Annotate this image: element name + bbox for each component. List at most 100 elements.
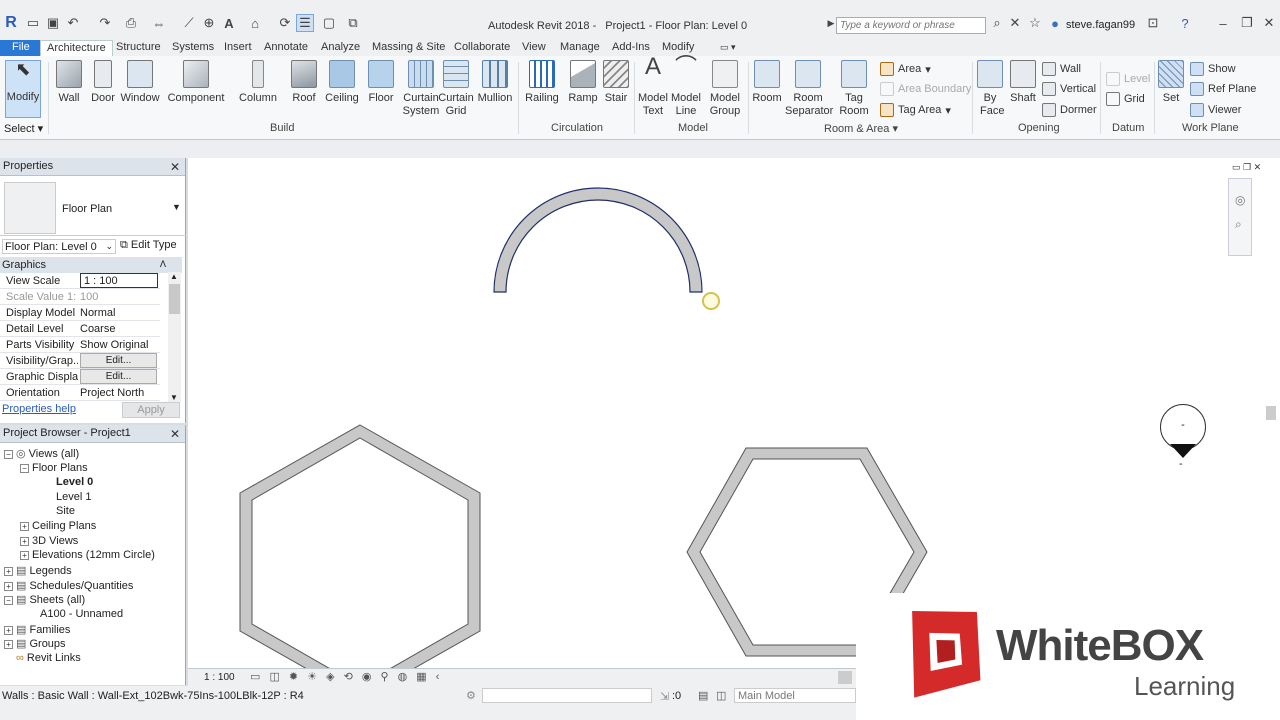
tree-level-1[interactable]: Level 1 — [56, 491, 91, 503]
undo-icon[interactable]: ↶ — [64, 14, 82, 32]
measure-icon[interactable]: ⇔ — [150, 14, 168, 32]
close-properties-icon[interactable]: ✕ — [170, 160, 180, 174]
wall-button[interactable]: Wall — [54, 60, 84, 105]
graphic-display-edit-button[interactable]: Edit... — [80, 369, 157, 384]
visibility-edit-button[interactable]: Edit... — [80, 353, 157, 368]
prop-row-orientation[interactable]: Orientation Project North — [0, 385, 160, 401]
stair-button[interactable]: Stair — [600, 60, 632, 105]
cart-icon[interactable]: ⊡ — [1144, 14, 1162, 32]
worksets-icon[interactable]: ⚙ — [466, 689, 476, 702]
main-model-icon[interactable]: ◫ — [716, 689, 726, 702]
curtain-grid-button[interactable]: Curtain Grid — [438, 60, 474, 118]
tag-room-button[interactable]: Tag Room — [836, 60, 872, 118]
dimension-icon[interactable]: ⟋ — [180, 14, 198, 32]
room-area-group-label[interactable]: Room & Area ▾ — [824, 122, 898, 135]
show-workplane-button[interactable]: Show — [1190, 62, 1236, 76]
view-window-controls[interactable]: ▭ ❐ ✕ — [1232, 162, 1261, 173]
restore-icon[interactable]: ❐ — [1238, 14, 1256, 32]
drawing-canvas[interactable]: - - ◎ ⌕ ▭ ❐ ✕ — [188, 158, 1280, 668]
level-button[interactable]: Level — [1106, 72, 1150, 86]
viewer-button[interactable]: Viewer — [1190, 103, 1241, 117]
vertical-opening-button[interactable]: Vertical — [1042, 82, 1096, 96]
view-scale[interactable]: 1 : 100 — [204, 672, 235, 683]
tree-families[interactable]: + ▤ Families — [4, 623, 70, 636]
edit-type-button[interactable]: ⧉ Edit Type — [120, 239, 177, 252]
tab-manage[interactable]: Manage — [560, 40, 600, 56]
binoculars-icon[interactable]: ⌕ — [988, 14, 1006, 32]
view-control-icons[interactable]: ▭ ◫ ✹ ☀ ◈ ⟲ ◉ ⚲ ◍ ▦ ‹ — [250, 670, 442, 683]
minimize-icon[interactable]: – — [1214, 14, 1232, 32]
floor-button[interactable]: Floor — [364, 60, 398, 105]
user-name[interactable]: steve.fagan99 — [1066, 19, 1135, 31]
component-button[interactable]: Component — [168, 60, 224, 105]
close-hidden-icon[interactable]: ▢ — [320, 14, 338, 32]
modify-button[interactable]: ⬉ Modify — [5, 60, 41, 118]
tab-insert[interactable]: Insert — [224, 40, 252, 56]
search-input[interactable] — [836, 17, 986, 34]
close-browser-icon[interactable]: ✕ — [170, 427, 180, 441]
tab-architecture[interactable]: Architecture — [40, 40, 113, 56]
prop-row-parts-visibility[interactable]: Parts Visibility Show Original — [0, 337, 160, 353]
model-line-button[interactable]: ⌒ Model Line — [670, 56, 702, 118]
prop-row-detail-level[interactable]: Detail Level Coarse — [0, 321, 160, 337]
apply-button[interactable]: Apply — [122, 402, 180, 418]
ceiling-button[interactable]: Ceiling — [324, 60, 360, 105]
grid-button[interactable]: Grid — [1106, 92, 1145, 106]
model-group-button[interactable]: Model Group — [706, 60, 744, 118]
tree-groups[interactable]: + ▤ Groups — [4, 637, 66, 650]
open-icon[interactable]: ▭ — [24, 14, 42, 32]
tree-revit-links[interactable]: ∞ Revit Links — [16, 652, 81, 664]
3d-view-icon[interactable]: ⌂ — [246, 14, 264, 32]
tab-view[interactable]: View — [522, 40, 546, 56]
tab-analyze[interactable]: Analyze — [321, 40, 360, 56]
canvas-scroll-thumb[interactable] — [1266, 406, 1276, 420]
room-button[interactable]: Room — [752, 60, 782, 105]
thin-lines-icon[interactable]: ☰ — [296, 14, 314, 32]
workset-dropdown[interactable] — [482, 688, 652, 703]
tree-sheets[interactable]: − ▤ Sheets (all) — [4, 593, 85, 606]
tab-structure[interactable]: Structure — [116, 40, 161, 56]
tab-massing-site[interactable]: Massing & Site — [372, 40, 445, 56]
main-model-dropdown[interactable]: Main Model — [734, 688, 856, 703]
mullion-button[interactable]: Mullion — [476, 60, 514, 105]
set-workplane-button[interactable]: Set — [1158, 60, 1184, 105]
help-icon[interactable]: ? — [1176, 14, 1194, 32]
room-separator-button[interactable]: Room Separator — [785, 60, 833, 118]
tree-legends[interactable]: + ▤ Legends — [4, 564, 72, 577]
ribbon-options-icon[interactable]: ▭ ▾ — [720, 40, 736, 56]
instance-selector[interactable]: Floor Plan: Level 0 ⌄ — [2, 239, 116, 254]
redo-icon[interactable]: ↷ — [96, 14, 114, 32]
tree-views-all[interactable]: − ◎ Views (all) — [4, 447, 79, 460]
tag-area-dropdown[interactable]: Tag Area ▾ — [880, 103, 951, 117]
tree-ceiling-plans[interactable]: + Ceiling Plans — [20, 520, 96, 532]
design-options-icon[interactable]: ▤ — [698, 689, 708, 702]
shaft-button[interactable]: Shaft — [1008, 60, 1038, 105]
curtain-system-button[interactable]: Curtain System — [402, 60, 440, 118]
ramp-button[interactable]: Ramp — [566, 60, 600, 105]
tree-schedules[interactable]: + ▤ Schedules/Quantities — [4, 579, 133, 592]
prop-row-display-model[interactable]: Display Model Normal — [0, 305, 160, 321]
subscription-icon[interactable]: ✕ — [1006, 14, 1024, 32]
tree-level-0[interactable]: Level 0 — [56, 476, 93, 488]
type-selector[interactable]: Floor Plan ▼ — [0, 178, 186, 236]
tab-annotate[interactable]: Annotate — [264, 40, 308, 56]
tab-file[interactable]: File — [0, 40, 42, 56]
tree-site[interactable]: Site — [56, 505, 75, 517]
door-button[interactable]: Door — [88, 60, 118, 105]
revit-logo-icon[interactable]: R — [2, 14, 20, 32]
section-icon[interactable]: ⟳ — [276, 14, 294, 32]
tag-icon[interactable]: ⊕ — [200, 14, 218, 32]
dormer-button[interactable]: Dormer — [1042, 103, 1097, 117]
save-icon[interactable]: ▣ — [44, 14, 62, 32]
area-dropdown[interactable]: Area ▾ — [880, 62, 931, 76]
ref-plane-button[interactable]: Ref Plane — [1190, 82, 1256, 96]
print-icon[interactable]: ⎙ — [122, 14, 140, 32]
graphics-section-header[interactable]: Graphics ᐱ — [0, 257, 182, 273]
type-dropdown-icon[interactable]: ▼ — [172, 202, 181, 212]
column-button[interactable]: Column — [238, 60, 278, 105]
railing-button[interactable]: Railing — [524, 60, 560, 105]
tab-collaborate[interactable]: Collaborate — [454, 40, 510, 56]
wall-opening-button[interactable]: Wall — [1042, 62, 1081, 76]
select-dropdown[interactable]: Select ▾ — [4, 122, 43, 135]
close-icon[interactable]: ✕ — [1260, 14, 1278, 32]
